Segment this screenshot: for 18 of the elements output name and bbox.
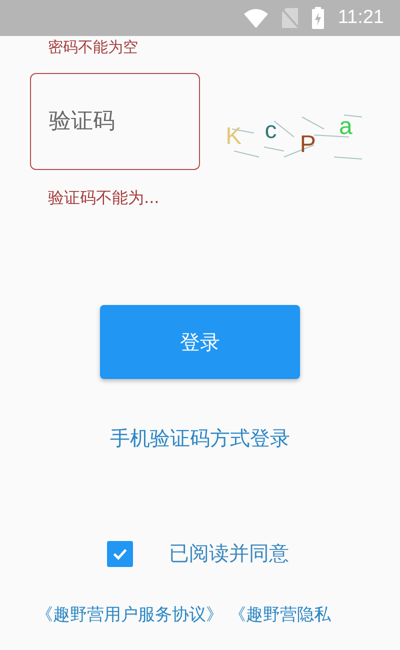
agreement-label: 已阅读并同意	[169, 540, 289, 567]
wifi-icon	[244, 8, 268, 28]
battery-charging-icon	[312, 7, 324, 29]
no-sim-icon	[282, 8, 298, 28]
clock-time: 11:21	[338, 7, 384, 29]
login-button[interactable]: 登录	[100, 305, 300, 379]
error-message: 验证码不能为...	[48, 188, 160, 209]
captcha-character: P	[300, 130, 316, 158]
agreement-checkbox[interactable]	[107, 540, 133, 566]
captcha-character: K	[226, 122, 242, 150]
error-message: 密码不能为空	[48, 38, 139, 58]
sms-login-link[interactable]: 手机验证码方式登录	[110, 425, 290, 452]
captcha-image[interactable]: K c P a	[214, 106, 364, 166]
policy-link[interactable]: 《趣野营用户服务协议》	[36, 603, 223, 626]
captcha-character: a	[339, 112, 352, 140]
captcha-character: c	[264, 116, 277, 144]
policy-link[interactable]: 《趣野营隐私	[229, 603, 331, 626]
captcha-input-field[interactable]: 验证码	[30, 73, 200, 170]
